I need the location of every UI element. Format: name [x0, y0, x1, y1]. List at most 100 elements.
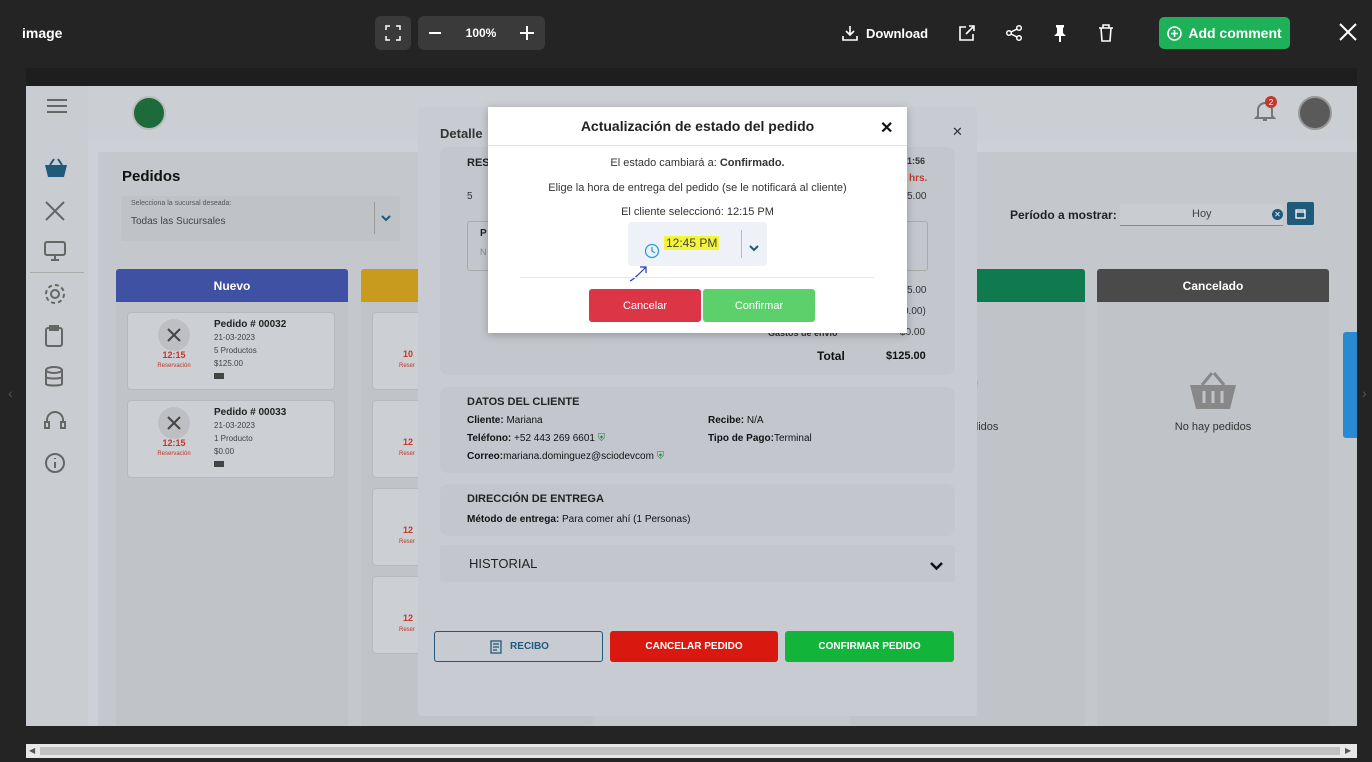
order-items: 5 Productos [214, 346, 257, 355]
dialog-cancel-button[interactable]: Cancelar [589, 289, 701, 322]
basket-icon[interactable] [44, 158, 68, 183]
zoom-controls: 100% [418, 16, 545, 50]
info-icon[interactable] [44, 452, 66, 479]
time-value: 12:45 PM [664, 236, 720, 250]
utensils-icon [158, 319, 190, 351]
order-time: 12:15 [162, 350, 186, 360]
calendar-icon [1295, 209, 1306, 219]
subtotal-value: 5.00 [907, 285, 927, 296]
scrollbar-thumb[interactable] [40, 747, 1340, 755]
payment-type: Tipo de Pago:Terminal [708, 433, 812, 444]
avatar[interactable] [1298, 96, 1332, 130]
scroll-right-icon[interactable]: ▶ [1345, 746, 1351, 755]
order-time: 12 [403, 613, 414, 623]
pin-icon [1054, 25, 1066, 42]
card-payment-icon [214, 373, 224, 379]
close-viewer-button[interactable] [1338, 22, 1358, 42]
order-card[interactable]: 12:15 Reservación Pedido # 00033 21-03-2… [127, 400, 335, 478]
download-button[interactable]: Download [842, 22, 928, 44]
total-label: Total [817, 349, 845, 363]
scroll-left-icon[interactable]: ◀ [29, 746, 35, 755]
page-title: Pedidos [122, 168, 181, 185]
history-accordion[interactable]: HISTORIAL [440, 545, 955, 582]
column-cancelled: Cancelado No hay pedidos [1097, 269, 1329, 726]
gear-icon[interactable] [44, 283, 66, 310]
receipt-icon [490, 639, 502, 654]
order-card[interactable]: 12:15 Reservación Pedido # 00032 21-03-2… [127, 312, 335, 390]
verified-shield-icon: ⛨ [597, 433, 606, 444]
clipboard-icon[interactable] [45, 325, 63, 352]
zoom-in-button[interactable] [510, 16, 544, 50]
add-comment-button[interactable]: Add comment [1159, 17, 1290, 49]
order-time: 12 [403, 437, 414, 447]
comments-side-tab[interactable] [1343, 332, 1357, 438]
horizontal-scrollbar[interactable]: ◀ ▶ [26, 744, 1357, 758]
column-new-header: Nuevo [116, 269, 348, 302]
total-value: $125.00 [886, 350, 926, 362]
calendar-button[interactable] [1287, 202, 1314, 225]
clear-icon[interactable]: ✕ [1272, 209, 1283, 220]
client-email: Correo:mariana.dominguez@sciodevcom ⛨ [467, 451, 665, 462]
item-amount: 5.00 [907, 191, 927, 202]
column-new: Nuevo 12:15 Reservación Pedido # 00032 2… [116, 269, 348, 726]
order-time: 10 [403, 349, 414, 359]
headset-icon[interactable] [44, 410, 66, 437]
close-detail-icon[interactable]: ✕ [952, 124, 963, 140]
order-tag: Reser [399, 363, 416, 369]
order-title: Pedido # 00032 [214, 319, 287, 330]
order-tag: Reservación [157, 363, 191, 369]
plus-circle-icon [1167, 25, 1183, 41]
dialog-divider [488, 145, 907, 146]
cancel-order-button[interactable]: CANCELAR PEDIDO [610, 631, 778, 662]
order-tag: Reser [399, 539, 416, 545]
fullscreen-button[interactable] [375, 16, 411, 50]
download-icon [842, 26, 858, 41]
select-divider [374, 202, 375, 234]
monitor-icon[interactable] [44, 241, 66, 266]
notes-text: N [480, 247, 487, 257]
zoom-out-button[interactable] [418, 16, 452, 50]
utensils-icon [158, 407, 190, 439]
summary-heading: RES [467, 157, 490, 169]
share-icon [1005, 24, 1023, 42]
next-arrow-icon[interactable]: › [1362, 385, 1367, 401]
close-dialog-icon[interactable]: ✕ [880, 118, 893, 138]
expand-icon [385, 25, 401, 41]
order-tag: Reservación [157, 451, 191, 457]
minus-icon [429, 32, 441, 34]
sidebar-divider [30, 272, 84, 273]
address-heading: DIRECCIÓN DE ENTREGA [467, 493, 604, 505]
pin-button[interactable] [1052, 24, 1068, 42]
period-input[interactable]: Hoy ✕ [1120, 204, 1283, 226]
instruction-text: Elige la hora de entrega del pedido (se … [548, 182, 847, 194]
period-label: Período a mostrar: [1010, 208, 1117, 222]
order-tag: Reser [399, 627, 416, 633]
confirm-order-button[interactable]: CONFIRMAR PEDIDO [785, 631, 954, 662]
utensils-icon[interactable] [44, 200, 66, 227]
order-price: $0.00 [214, 447, 235, 456]
empty-state-text: No hay pedidos [1174, 421, 1252, 433]
detail-title: Detalle [440, 126, 483, 141]
order-price: $125.00 [214, 359, 243, 368]
delete-button[interactable] [1098, 24, 1114, 42]
order-tag: Reser [399, 451, 416, 457]
order-date: 21-03-2023 [214, 333, 255, 342]
order-items: 1 Producto [214, 434, 253, 443]
open-external-button[interactable] [958, 24, 976, 42]
chevron-down-icon [380, 210, 392, 228]
receipt-button[interactable]: RECIBO [434, 631, 603, 662]
trash-icon [1099, 24, 1113, 42]
annotation-arrow [628, 257, 658, 288]
client-section: DATOS DEL CLIENTE Cliente: Mariana Teléf… [440, 387, 955, 473]
dialog-confirm-button[interactable]: Confirmar [703, 289, 815, 322]
client-name: Cliente: Mariana [467, 415, 543, 426]
hamburger-menu-icon[interactable] [46, 98, 68, 119]
branch-select[interactable]: Selecciona la sucursal deseada: Todas la… [121, 196, 400, 241]
plus-icon [520, 26, 534, 40]
database-icon[interactable] [44, 366, 64, 393]
share-button[interactable] [1005, 24, 1023, 42]
order-time: 12 [403, 525, 414, 535]
viewer-toolbar: image 100% Download Add comment [0, 0, 1372, 68]
viewer-title: image [22, 25, 63, 41]
prev-arrow-icon[interactable]: ‹ [8, 385, 13, 401]
